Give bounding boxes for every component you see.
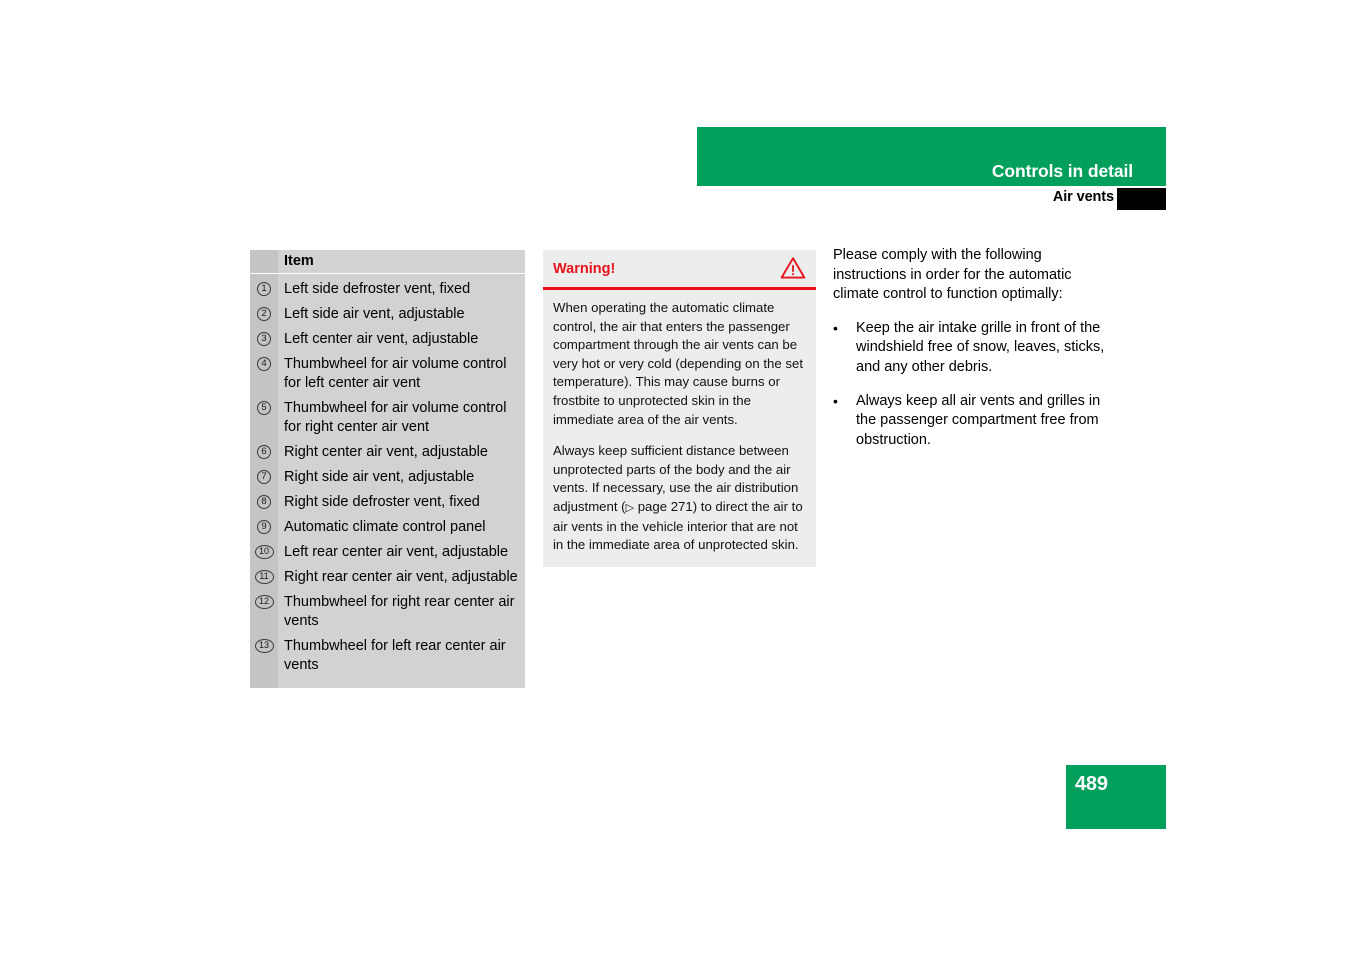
circled-number-icon: 6 [257, 444, 271, 459]
page-number-block: 489 [1066, 765, 1166, 829]
manual-page: Controls in detail Air vents Item 1 Left… [0, 0, 1351, 954]
item-number: 1 [250, 280, 278, 296]
bullet-icon: • [833, 392, 838, 409]
page-title: Controls in detail [991, 160, 1133, 181]
item-label: Right side defroster vent, fixed [284, 493, 480, 510]
list-item: • Keep the air intake grille in front of… [833, 319, 1113, 378]
item-label: Thumbwheel for air volume control for le… [284, 355, 507, 392]
circled-number-icon: 4 [257, 356, 271, 371]
item-label: Right side air vent, adjustable [284, 468, 475, 485]
table-row: 3 Left center air vent, adjustable [250, 327, 525, 352]
warning-title: Warning! [553, 261, 616, 277]
table-row: 7 Right side air vent, adjustable [250, 465, 525, 490]
table-row: 5 Thumbwheel for air volume control for … [250, 396, 525, 440]
page-reference-text: page 271 [634, 498, 693, 514]
circled-number-icon: 2 [257, 306, 271, 321]
thumb-index-tab [1117, 188, 1166, 210]
item-label: Right rear center air vent, adjustable [284, 568, 518, 585]
circled-number-icon: 7 [257, 469, 271, 484]
circled-number-icon: 3 [257, 331, 271, 346]
warning-header: Warning! [543, 250, 816, 290]
list-item-text: Always keep all air vents and grilles in… [856, 392, 1101, 448]
item-number: 7 [250, 468, 278, 484]
item-number: 12 [250, 593, 278, 609]
circled-number-icon: 8 [257, 494, 271, 509]
warning-box: Warning! When operating the automatic cl… [543, 250, 816, 567]
item-label: Left rear center air vent, adjustable [284, 543, 509, 560]
table-row: 9 Automatic climate control panel [250, 515, 525, 540]
table-row: 4 Thumbwheel for air volume control for … [250, 352, 525, 396]
item-label: Left center air vent, adjustable [284, 330, 479, 347]
item-number: 13 [250, 637, 278, 653]
item-number: 5 [250, 399, 278, 415]
circled-number-icon: 12 [254, 594, 274, 609]
instructions-intro: Please comply with the following instruc… [833, 247, 1072, 303]
circled-number-icon: 10 [254, 544, 274, 559]
item-label: Thumbwheel for air volume control for ri… [284, 399, 507, 436]
item-number: 4 [250, 355, 278, 371]
item-number: 11 [250, 568, 278, 584]
section-subtitle-row: Air vents [697, 188, 1166, 212]
item-label: Left side defroster vent, fixed [284, 280, 471, 297]
item-column-header: Item [284, 253, 314, 269]
item-table-header: Item [250, 250, 525, 274]
table-row: 6 Right center air vent, adjustable [250, 440, 525, 465]
circled-number-icon: 13 [254, 638, 274, 653]
item-number: 8 [250, 493, 278, 509]
table-row: 13 Thumbwheel for left rear center air v… [250, 634, 525, 678]
table-row: 2 Left side air vent, adjustable [250, 302, 525, 327]
circled-number-icon: 11 [254, 569, 274, 584]
table-row: 11 Right rear center air vent, adjustabl… [250, 565, 525, 590]
table-row: 1 Left side defroster vent, fixed [250, 277, 525, 302]
circled-number-icon: 5 [257, 400, 271, 415]
circled-number-icon: 1 [257, 281, 271, 296]
warning-triangle-icon [780, 256, 806, 280]
item-label: Thumbwheel for right rear center air ven… [284, 593, 515, 630]
item-number: 2 [250, 305, 278, 321]
item-number: 9 [250, 518, 278, 534]
list-item-text: Keep the air intake grille in front of t… [856, 319, 1105, 375]
bullet-icon: • [833, 319, 838, 336]
warning-body: When operating the automatic climate con… [543, 290, 816, 567]
item-label: Automatic climate control panel [284, 518, 486, 535]
warning-paragraph-1: When operating the automatic climate con… [553, 300, 803, 427]
instructions-column: Please comply with the following instruc… [833, 246, 1113, 464]
item-number: 6 [250, 443, 278, 459]
page-header-band: Controls in detail [697, 127, 1166, 186]
item-label: Right center air vent, adjustable [284, 443, 488, 460]
item-legend-table: Item 1 Left side defroster vent, fixed 2… [250, 250, 525, 688]
page-reference-marker-icon: ▷ [625, 501, 635, 514]
circled-number-icon: 9 [257, 519, 271, 534]
item-label: Thumbwheel for left rear center air vent… [284, 637, 506, 674]
item-table-body: 1 Left side defroster vent, fixed 2 Left… [250, 274, 525, 678]
section-subtitle: Air vents [1052, 189, 1114, 205]
warning-paragraph-2: Always keep sufficient distance between … [553, 442, 805, 555]
item-label: Left side air vent, adjustable [284, 305, 465, 322]
page-number: 489 [1075, 773, 1108, 795]
table-row: 8 Right side defroster vent, fixed [250, 490, 525, 515]
list-item: • Always keep all air vents and grilles … [833, 392, 1113, 451]
table-row: 10 Left rear center air vent, adjustable [250, 540, 525, 565]
table-row: 12 Thumbwheel for right rear center air … [250, 590, 525, 634]
item-number: 3 [250, 330, 278, 346]
item-number: 10 [250, 543, 278, 559]
